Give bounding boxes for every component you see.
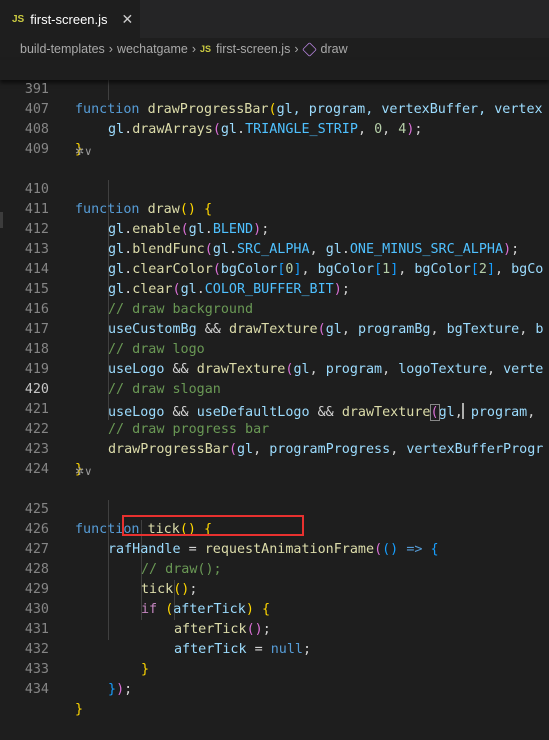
tab-label: first-screen.js	[30, 11, 108, 27]
chevron-right-icon: ›	[108, 42, 113, 56]
breadcrumb-folder-build-templates[interactable]: build-templates	[20, 42, 105, 56]
sticky-scroll-header[interactable]: 391 function drawProgressBar(gl, program…	[0, 60, 549, 117]
codelens-row[interactable]: ✲∨	[0, 460, 549, 482]
annotation-highlight-box	[122, 515, 304, 536]
chevron-right-icon: ›	[294, 42, 299, 56]
code-line: 413 gl.clearColor(bgColor[0], bgColor[1]…	[0, 220, 549, 277]
code-line: 422 drawProgressBar(gl, programProgress,…	[0, 400, 549, 457]
code-line: 417 // draw logo	[0, 300, 549, 357]
code-line: 412 gl.blendFunc(gl.SRC_ALPHA, gl.ONE_MI…	[0, 200, 549, 257]
code-line: 415 // draw background	[0, 260, 549, 317]
javascript-file-icon: JS	[199, 44, 211, 54]
codelens-icon[interactable]: ✲∨	[75, 462, 92, 482]
code-line-active: 420 useLogo && useDefaultLogo && drawTex…	[0, 360, 549, 421]
tab-first-screen[interactable]: JS first-screen.js ✕	[0, 0, 140, 38]
breadcrumb-file[interactable]: first-screen.js	[216, 42, 290, 56]
line-number: 434	[24, 682, 49, 697]
code-line: 431 afterTick = null;	[0, 600, 549, 657]
code-line: 407 gl.drawArrays(gl.TRIANGLE_STRIP, 0, …	[0, 80, 549, 137]
code-line: 391 function drawProgressBar(gl, program…	[0, 60, 549, 117]
code-line: 416 useCustomBg && drawTexture(gl, progr…	[0, 280, 549, 337]
code-line: 410 function draw() {	[0, 160, 549, 217]
symbol-method-icon	[301, 41, 317, 57]
codelens-row[interactable]: ✲∨	[0, 140, 549, 162]
code-line: 418 useLogo && drawTexture(gl, program, …	[0, 320, 549, 377]
breadcrumb-folder-wechatgame[interactable]: wechatgame	[117, 42, 188, 56]
code-line: 429 if (afterTick) {	[0, 560, 549, 617]
codelens-icon[interactable]: ✲∨	[75, 142, 92, 162]
code-line: 430 afterTick();	[0, 580, 549, 637]
chevron-right-icon: ›	[191, 42, 196, 56]
code-line: 434 }	[0, 660, 549, 717]
code-line: 433 });	[0, 640, 549, 697]
tab-bar: JS first-screen.js ✕	[0, 0, 549, 38]
line-number: 391	[24, 82, 49, 97]
code-line: 423 }	[0, 420, 549, 477]
code-line: 411 gl.enable(gl.BLEND);	[0, 180, 549, 237]
code-line: 421 // draw progress bar	[0, 380, 549, 437]
close-icon[interactable]: ✕	[122, 11, 134, 28]
code-line: 419 // draw slogan	[0, 340, 549, 397]
code-line: 428 tick();	[0, 540, 549, 597]
code-line: 409	[0, 120, 549, 157]
code-editor[interactable]: 391 function drawProgressBar(gl, program…	[0, 60, 549, 717]
code-line: 432 }	[0, 620, 549, 677]
code-line: 414 gl.clear(gl.COLOR_BUFFER_BIT);	[0, 240, 549, 297]
breadcrumb: build-templates › wechatgame › JS first-…	[0, 38, 549, 60]
javascript-file-icon: JS	[12, 13, 25, 25]
code-line: 424	[0, 440, 549, 477]
breadcrumb-symbol-draw[interactable]: draw	[321, 42, 348, 56]
code-line: 425 function tick() {	[0, 480, 549, 537]
